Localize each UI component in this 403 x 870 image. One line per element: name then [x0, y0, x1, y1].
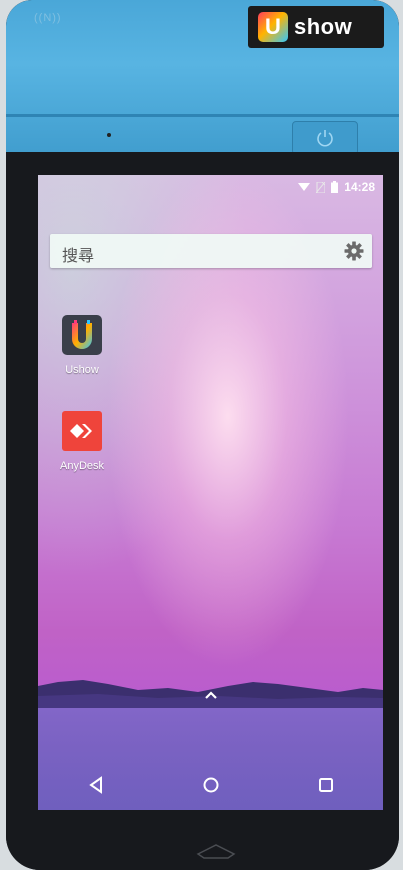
app-ushow[interactable]: Ushow: [47, 315, 117, 376]
recents-button[interactable]: [306, 765, 346, 805]
status-bar: 14:28: [38, 175, 383, 199]
brand-logo-icon: U: [258, 12, 288, 42]
search-label: 搜尋: [62, 248, 95, 265]
power-button[interactable]: [292, 121, 358, 155]
hardware-home-key-icon[interactable]: [196, 842, 236, 860]
light-sensor: [107, 133, 111, 137]
brand-name: show: [294, 14, 353, 39]
nfc-label: ((N)): [34, 12, 62, 24]
recents-square-icon: [318, 778, 333, 792]
android-home-screen: 14:28 搜尋 Ushow AnyDesk: [38, 175, 383, 810]
brand-badge: U show: [248, 6, 384, 48]
printer-seam: [6, 114, 399, 117]
home-button[interactable]: [191, 765, 231, 805]
search-bar[interactable]: 搜尋: [50, 234, 372, 268]
clock: 14:28: [344, 180, 375, 194]
battery-icon: [331, 181, 339, 193]
ushow-app-icon: [62, 315, 102, 355]
no-sim-icon: [316, 181, 326, 193]
wifi-icon: [298, 183, 311, 191]
anydesk-app-icon: [62, 411, 102, 451]
gear-icon[interactable]: [342, 239, 366, 263]
power-icon: [317, 130, 333, 147]
navigation-bar: [38, 760, 383, 810]
app-label-ushow: Ushow: [65, 364, 99, 376]
home-circle-icon: [203, 777, 218, 793]
app-label-anydesk: AnyDesk: [59, 460, 105, 472]
app-anydesk[interactable]: AnyDesk: [47, 411, 117, 472]
app-drawer-arrow-icon[interactable]: [202, 688, 220, 702]
back-triangle-icon: [88, 776, 102, 794]
pos-terminal: ((N)) U show 14:28 搜尋 Ushow AnyDesk: [6, 0, 399, 870]
back-button[interactable]: [76, 765, 116, 805]
